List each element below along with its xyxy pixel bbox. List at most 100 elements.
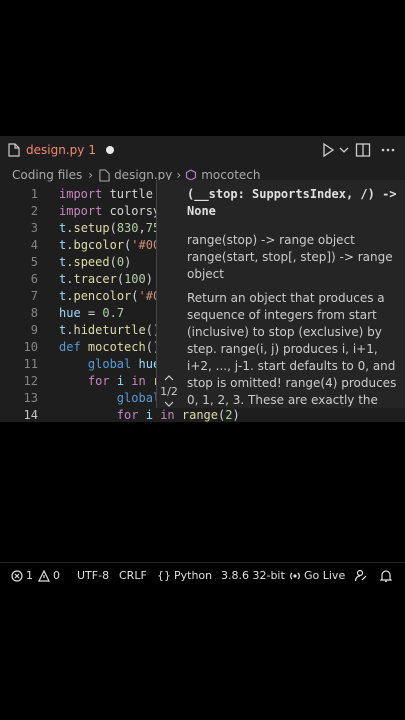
overload-navigator: 1/2: [158, 372, 180, 411]
line-number: 14: [23, 408, 38, 422]
code-token: 100: [124, 272, 146, 286]
chevron-down-icon[interactable]: [336, 142, 352, 158]
python-interpreter[interactable]: 3.8.6 32-bit: [221, 569, 285, 582]
warning-icon: [38, 569, 50, 582]
chevron-down-icon[interactable]: [164, 400, 174, 408]
tab-filename: design.py: [26, 143, 85, 157]
status-bar: 1 0 UTF-8 CRLF {} Python 3.8.6 32-bit Go…: [0, 562, 405, 589]
code-line[interactable]: for i in range(2): [59, 408, 240, 422]
code-line[interactable]: t.hideturtle(): [59, 323, 160, 337]
tab-design-py[interactable]: design.py 1: [0, 136, 114, 164]
code-token: colorsy: [102, 204, 161, 218]
eol-indicator[interactable]: CRLF: [119, 569, 147, 582]
code-line[interactable]: def mocotech(): [59, 340, 160, 354]
code-line[interactable]: t.tracer(100): [59, 272, 153, 286]
code-line[interactable]: hue = 0.7: [59, 306, 124, 320]
notifications-bell-icon[interactable]: [380, 569, 392, 582]
line-number: 6: [30, 272, 38, 286]
code-token: speed: [73, 255, 110, 269]
code-token: for: [87, 374, 110, 388]
overload-count: 1/2: [160, 385, 178, 398]
language-mode[interactable]: {} Python: [157, 569, 212, 582]
code-token: (: [131, 289, 139, 303]
code-line[interactable]: t.pencolor('#0: [59, 289, 160, 303]
code-token: hue: [59, 306, 81, 320]
line-number: 13: [23, 391, 38, 405]
code-line[interactable]: import turtle: [59, 187, 153, 201]
code-token: 830: [116, 221, 139, 235]
code-line[interactable]: t.setup(830,75: [59, 221, 160, 235]
line-number: 8: [30, 306, 38, 320]
file-icon: [8, 143, 20, 157]
code-token: import: [59, 204, 103, 218]
code-token: mocotech: [87, 340, 146, 354]
split-editor-icon[interactable]: [355, 142, 371, 158]
doc-description: Return an object that produces a sequenc…: [187, 291, 397, 407]
code-token: pencolor: [73, 289, 132, 303]
signature-help-popup[interactable]: (__stop: SupportsIndex, /) -> None range…: [156, 180, 405, 408]
code-token: 0.7: [102, 306, 125, 320]
code-token: i: [116, 374, 125, 388]
code-token: (: [116, 272, 125, 286]
doc-range-objects: range(stop) -> range object range(start,…: [187, 233, 393, 281]
code-token: ): [145, 272, 153, 286]
code-token: hideturtle: [73, 323, 146, 337]
chevron-up-icon[interactable]: [164, 374, 174, 382]
line-number: 5: [30, 255, 38, 269]
code-line[interactable]: import colorsy: [59, 204, 160, 218]
code-token: i: [145, 408, 153, 422]
line-number: 4: [30, 238, 38, 252]
code-line[interactable]: t.speed(0): [59, 255, 131, 269]
code-token: in: [131, 374, 146, 388]
code-line[interactable]: t.bgcolor('#00: [59, 238, 160, 252]
line-number: 1: [30, 187, 38, 201]
broadcast-icon: [290, 572, 300, 579]
chevron-right-icon: ›: [88, 168, 94, 182]
feedback-icon[interactable]: [354, 569, 367, 582]
code-token: (: [109, 255, 117, 269]
code-token: tracer: [73, 272, 117, 286]
code-line[interactable]: for i in r: [59, 374, 160, 388]
code-line[interactable]: global hue: [59, 357, 160, 371]
line-number: 12: [23, 374, 38, 388]
error-icon: [11, 569, 23, 582]
language-label: Python: [174, 569, 213, 582]
breadcrumb-folder[interactable]: Coding files: [12, 168, 82, 182]
code-token: global: [116, 391, 161, 405]
code-line[interactable]: global: [59, 391, 160, 405]
run-icon[interactable]: [320, 142, 336, 158]
warning-count: 0: [53, 569, 60, 582]
line-number: 9: [30, 323, 38, 337]
file-icon: [99, 168, 110, 182]
code-token: (: [109, 221, 117, 235]
code-token: turtle: [102, 187, 153, 201]
unsaved-dot-icon[interactable]: [105, 146, 114, 154]
braces-icon: {}: [157, 569, 171, 582]
line-number: 2: [30, 204, 38, 218]
code-token: bgcolor: [73, 238, 125, 252]
code-token: setup: [73, 221, 110, 235]
more-actions-icon[interactable]: [380, 142, 396, 158]
problems-indicator[interactable]: 1 0: [11, 569, 60, 582]
tab-bar: design.py 1: [0, 136, 405, 164]
encoding-indicator[interactable]: UTF-8: [77, 569, 109, 582]
code-token: 0: [116, 255, 125, 269]
code-token: import: [59, 187, 103, 201]
code-token: def: [59, 340, 81, 354]
code-token: range: [181, 408, 218, 422]
code-token: for: [116, 408, 139, 422]
line-number: 7: [30, 289, 38, 303]
code-token: ): [124, 255, 132, 269]
line-number: 3: [30, 221, 38, 235]
error-count: 1: [26, 569, 33, 582]
go-live-button[interactable]: Go Live: [289, 569, 345, 582]
code-token: =: [80, 306, 103, 320]
go-live-label: Go Live: [304, 569, 346, 582]
